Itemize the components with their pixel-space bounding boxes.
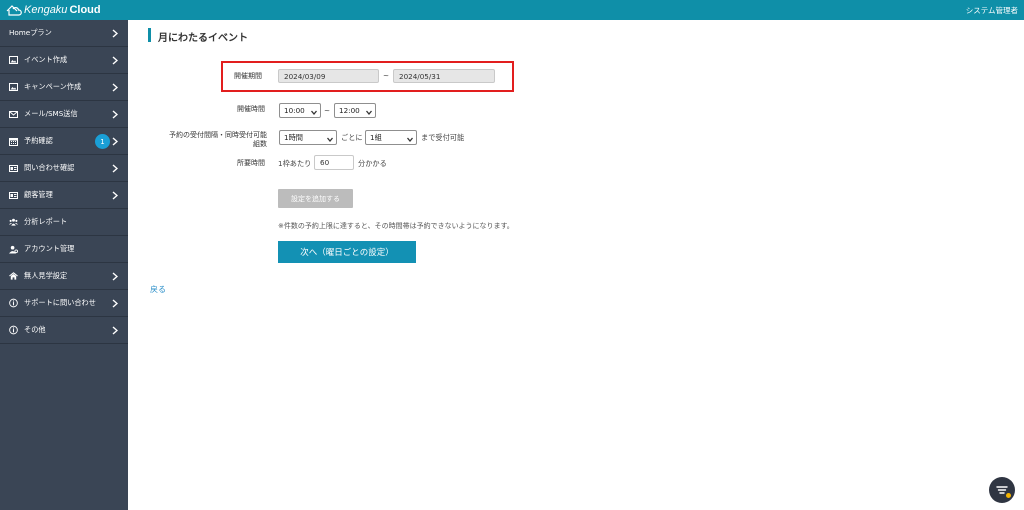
sidebar-item-account[interactable]: アカウント管理: [0, 236, 128, 263]
title-accent-bar: [148, 28, 151, 42]
chevron-down-icon: [366, 108, 372, 117]
duration-prefix-text: 1枠あたり: [278, 159, 312, 168]
chevron-right-icon: [110, 324, 120, 336]
duration-input[interactable]: 60: [314, 155, 354, 170]
end-time-value: 12:00: [339, 106, 360, 115]
sidebar-item-label: 顧客管理: [24, 190, 53, 199]
info-icon: [9, 298, 18, 308]
limit-note: ※件数の予約上限に達すると、その時間帯は予約できないようになります。: [278, 222, 514, 230]
chevron-down-icon: [327, 135, 333, 144]
sidebar-item-campaign-create[interactable]: キャンペーン作成: [0, 74, 128, 101]
sidebar-item-unmanned-tour[interactable]: 無人見学設定: [0, 263, 128, 290]
start-time-select[interactable]: 10:00: [279, 103, 321, 118]
sidebar-item-label: サポートに問い合わせ: [24, 298, 96, 307]
info-icon: [9, 325, 18, 335]
image-icon: [9, 83, 18, 92]
page-title: 月にわたるイベント: [158, 33, 248, 44]
sidebar-item-inquiries[interactable]: 問い合わせ確認: [0, 155, 128, 182]
sidebar-item-customers[interactable]: 顧客管理: [0, 182, 128, 209]
chevron-down-icon: [407, 135, 413, 144]
end-time-select[interactable]: 12:00: [334, 103, 376, 118]
chevron-right-icon: [110, 270, 120, 282]
chevron-right-icon: [110, 27, 120, 39]
users-icon: [9, 218, 18, 227]
duration-label: 所要時間: [237, 159, 265, 167]
time-separator: ~: [324, 106, 331, 115]
start-time-value: 10:00: [284, 106, 305, 115]
interval-value: 1時間: [284, 132, 303, 142]
sidebar-item-support[interactable]: サポートに問い合わせ: [0, 290, 128, 317]
interval-select[interactable]: 1時間: [279, 130, 337, 145]
sidebar-item-reservations[interactable]: 予約確認 1: [0, 128, 128, 155]
sidebar-item-label: メール/SMS送信: [24, 109, 78, 118]
sidebar-item-other[interactable]: その他: [0, 317, 128, 344]
period-start-input[interactable]: 2024/03/09: [278, 69, 379, 83]
home-icon: [9, 272, 18, 281]
chevron-right-icon: [110, 162, 120, 174]
chevron-right-icon: [110, 189, 120, 201]
sidebar-item-label: その他: [24, 325, 46, 334]
sidebar-item-label: イベント作成: [24, 55, 68, 64]
add-setting-button[interactable]: 設定を追加する: [278, 189, 353, 208]
user-gear-icon: [9, 245, 18, 254]
image-icon: [9, 56, 18, 65]
interval-per-text: ごとに: [341, 133, 363, 142]
groups-value: 1組: [370, 132, 382, 142]
interval-label: 予約の受付間隔・同時受付可能 組数: [162, 131, 267, 149]
interval-label-line2: 組数: [253, 140, 267, 148]
sidebar-item-label: 分析レポート: [24, 217, 68, 226]
next-button[interactable]: 次へ（曜日ごとの設定）: [278, 241, 416, 263]
sidebar-item-label: アカウント管理: [24, 244, 75, 253]
sidebar-item-analytics[interactable]: 分析レポート: [0, 209, 128, 236]
top-bar: Kengaku Cloud システム管理者: [0, 0, 1024, 20]
sidebar-item-event-create[interactable]: イベント作成: [0, 47, 128, 74]
period-end-input[interactable]: 2024/05/31: [393, 69, 495, 83]
mail-icon: [9, 110, 18, 119]
chevron-right-icon: [110, 297, 120, 309]
groups-select[interactable]: 1組: [365, 130, 417, 145]
chevron-right-icon: [110, 108, 120, 120]
interval-suffix-text: まで受付可能: [421, 133, 465, 142]
sidebar-item-mail-sms[interactable]: メール/SMS送信: [0, 101, 128, 128]
period-label: 開催期間: [234, 72, 262, 80]
logo-text-kengaku: Kengaku: [24, 4, 68, 16]
sidebar-item-label: Homeプラン: [9, 28, 52, 37]
id-card-icon: [9, 191, 18, 200]
chevron-right-icon: [110, 54, 120, 66]
floating-menu-button[interactable]: [989, 477, 1015, 503]
chevron-down-icon: [311, 108, 317, 117]
sidebar-item-home-plan[interactable]: Homeプラン: [0, 20, 128, 47]
notification-dot: [1006, 493, 1011, 498]
sidebar-item-label: 無人見学設定: [24, 271, 68, 280]
time-label: 開催時間: [237, 105, 265, 113]
sidebar-item-label: 問い合わせ確認: [24, 163, 75, 172]
sidebar-item-label: キャンペーン作成: [24, 82, 82, 91]
notification-badge: 1: [95, 134, 110, 149]
id-card-icon: [9, 164, 18, 173]
interval-label-line1: 予約の受付間隔・同時受付可能: [169, 131, 267, 139]
back-link[interactable]: 戻る: [150, 284, 166, 295]
chevron-right-icon: [110, 135, 120, 147]
calendar-icon: [9, 137, 18, 146]
app-logo[interactable]: Kengaku Cloud: [6, 2, 101, 18]
period-separator: ~: [383, 71, 390, 80]
duration-suffix-text: 分かかる: [358, 159, 387, 168]
house-cloud-icon: [6, 5, 22, 16]
user-role-label[interactable]: システム管理者: [966, 5, 1018, 16]
logo-text-cloud: Cloud: [69, 4, 101, 16]
chevron-right-icon: [110, 81, 120, 93]
sidebar-item-label: 予約確認: [24, 136, 53, 145]
sidebar: Homeプラン イベント作成 キャンペーン作成 メール/SMS送信 予約確認 1…: [0, 20, 128, 510]
